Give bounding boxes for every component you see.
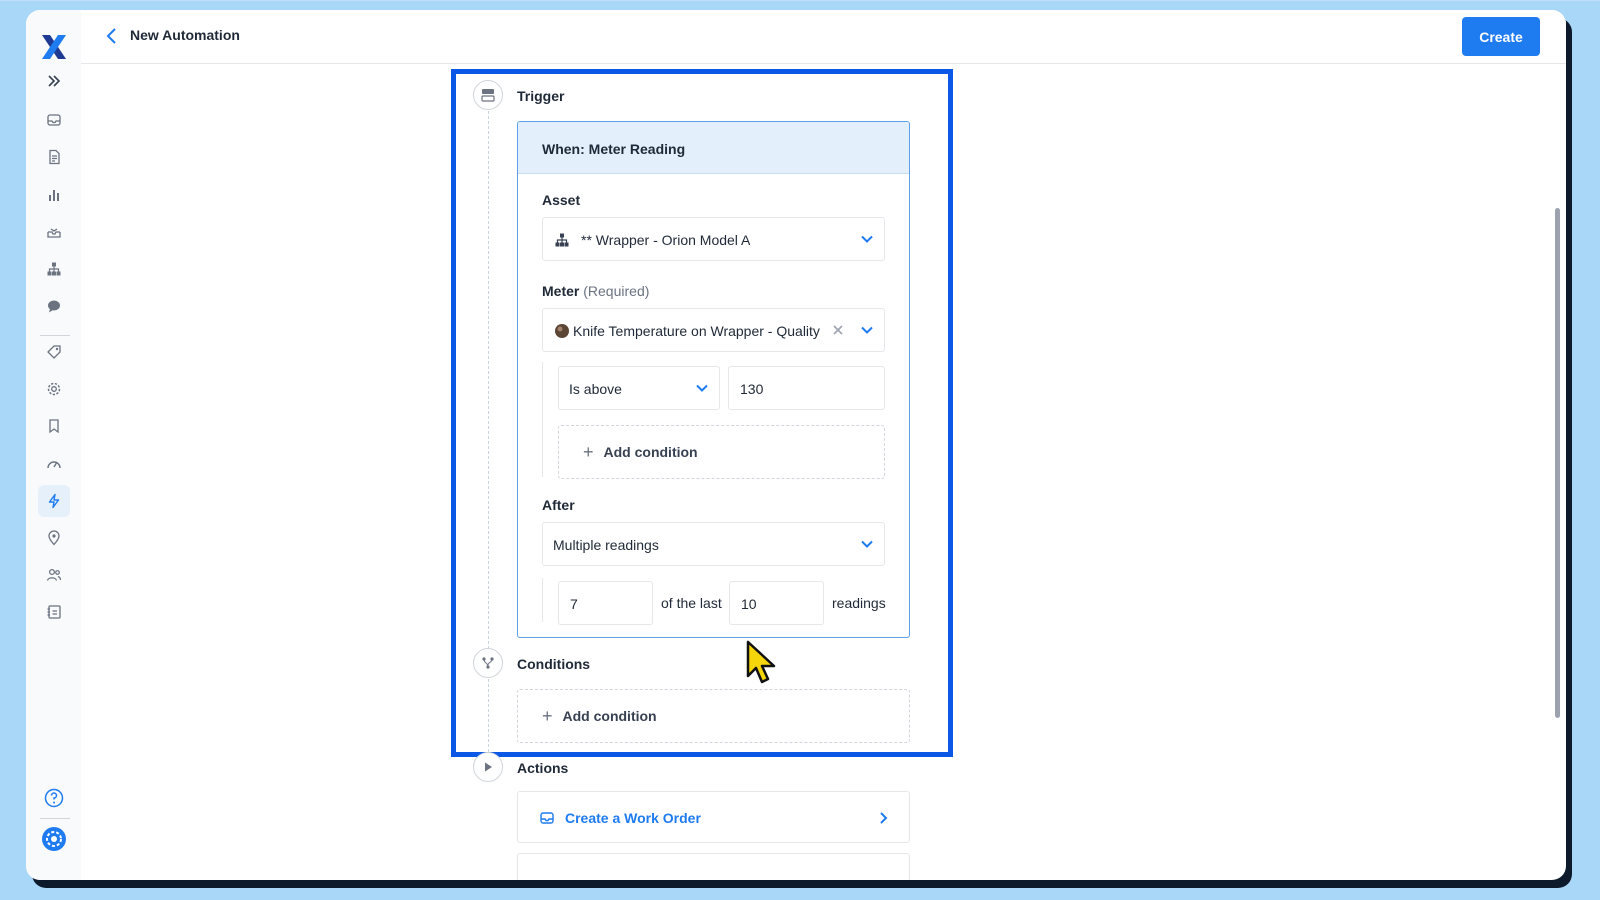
top-header: New Automation Create [81, 10, 1566, 64]
document-icon[interactable] [38, 141, 70, 173]
bg-line [0, 0, 1600, 1]
chevron-right-icon [880, 812, 888, 824]
actions-label: Actions [517, 760, 569, 776]
sidebar [26, 10, 81, 880]
help-icon[interactable] [38, 782, 70, 814]
organization-avatar[interactable] [38, 823, 70, 855]
gauge-icon[interactable] [38, 448, 70, 480]
sidebar-divider [40, 818, 70, 819]
next-action-card[interactable] [517, 853, 910, 880]
vendor-icon[interactable] [38, 596, 70, 628]
bar-chart-icon[interactable] [38, 179, 70, 211]
scrollbar[interactable] [1555, 208, 1560, 718]
tray-icon[interactable] [38, 216, 70, 248]
create-work-order-action[interactable]: Create a Work Order [517, 791, 910, 843]
gear-icon[interactable] [38, 373, 70, 405]
hierarchy-icon[interactable] [38, 253, 70, 285]
bookmark-icon[interactable] [38, 410, 70, 442]
action-label: Create a Work Order [565, 810, 701, 826]
mouse-cursor-icon [746, 640, 776, 684]
expand-icon[interactable] [38, 65, 70, 97]
create-button[interactable]: Create [1462, 17, 1540, 56]
app-logo[interactable] [37, 32, 71, 62]
back-icon[interactable] [101, 24, 121, 48]
highlight-frame [451, 69, 953, 757]
chat-icon[interactable] [38, 290, 70, 322]
app-window: New Automation Create Trigger When: Mete… [26, 10, 1566, 880]
location-pin-icon[interactable] [38, 522, 70, 554]
page-title: New Automation [130, 27, 240, 43]
work-order-icon [540, 812, 554, 824]
users-icon[interactable] [38, 559, 70, 591]
tag-icon[interactable] [38, 336, 70, 368]
lightning-icon[interactable] [38, 485, 70, 517]
actions-step-icon [473, 752, 503, 782]
inbox-icon[interactable] [38, 104, 70, 136]
